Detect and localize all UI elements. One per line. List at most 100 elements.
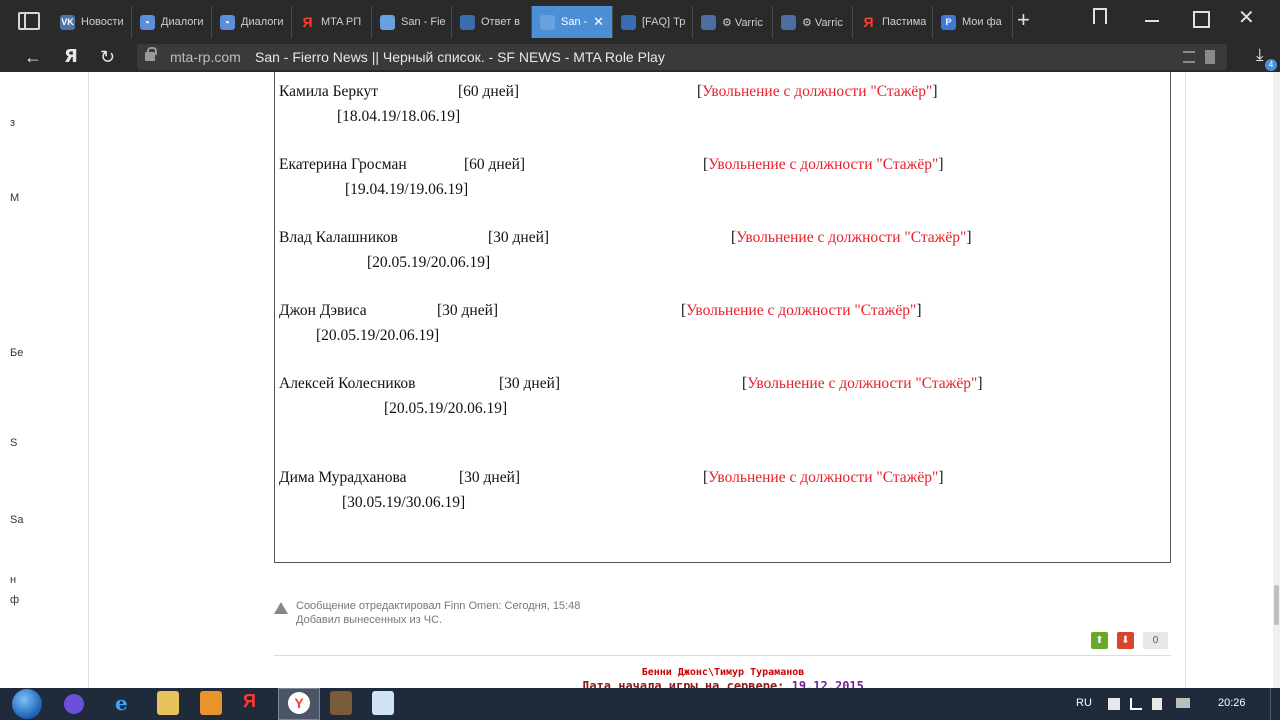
entry-reason: [Увольнение с должности "Стажёр"] [681, 302, 922, 319]
entry-reason-text: Увольнение с должности "Стажёр" [708, 469, 939, 486]
clock[interactable]: 20:26 [1218, 697, 1246, 709]
cutoff-letter: М [10, 192, 20, 204]
media-player-icon[interactable] [200, 691, 222, 715]
browser-tab[interactable]: Я Пастима [853, 6, 933, 38]
tray-app-icon[interactable] [1176, 698, 1190, 708]
browser-tab[interactable]: Я MTA РП [292, 6, 372, 38]
entry-duration: [60 дней] [458, 83, 520, 100]
entry-dates: [20.05.19/20.06.19] [384, 400, 508, 417]
entry-reason: [Увольнение с должности "Стажёр"] [703, 156, 944, 173]
bookmark-icon[interactable] [1093, 8, 1107, 24]
scrollbar-thumb[interactable] [1274, 585, 1279, 625]
vote-down-button[interactable]: ⬇ [1117, 632, 1134, 649]
site-icon [621, 14, 636, 30]
tab-label: MTA РП [321, 16, 362, 28]
browser-tab[interactable]: Ответ в [452, 6, 532, 38]
close-window-button[interactable]: ✕ [1238, 8, 1258, 28]
url-page-title: San - Fierro News || Черный список. - SF… [255, 49, 665, 65]
tab-label: Мои фа [962, 16, 1002, 28]
entry-reason: [Увольнение с должности "Стажёр"] [742, 375, 983, 392]
minimize-button[interactable] [1142, 8, 1162, 28]
show-desktop-button[interactable] [1270, 688, 1280, 720]
language-indicator[interactable]: RU [1076, 697, 1092, 709]
entry-name: Джон Дэвиса [279, 302, 367, 319]
yandex-logo[interactable]: Я [64, 46, 78, 68]
tab-label: Диалоги [241, 16, 284, 28]
new-tab-button[interactable]: + [1017, 9, 1030, 31]
tab-label: Пастима [882, 16, 927, 28]
site-icon [540, 14, 555, 30]
entry-reason: [Увольнение с должности "Стажёр"] [731, 229, 972, 246]
close-tab-icon[interactable]: ✕ [593, 14, 604, 30]
url-domain: mta-rp.com [170, 49, 241, 65]
entry-duration: [60 дней] [464, 156, 526, 173]
back-arrow-icon[interactable]: ← [24, 46, 42, 68]
entry-reason-text: Увольнение с должности "Стажёр" [736, 229, 967, 246]
start-button[interactable] [12, 689, 42, 719]
navigation-bar: ← Я ↻ mta-rp.com San - Fierro News || Че… [0, 42, 1280, 72]
internet-explorer-icon[interactable]: e [115, 691, 137, 715]
cutoff-letter: з [10, 117, 16, 129]
signature-name: Бенни Джонс\Тимур Тураманов [641, 667, 805, 678]
browser-tab[interactable]: ⚙ Varric [773, 6, 853, 38]
tab-label: San - Fie [401, 16, 446, 28]
notes-icon[interactable] [372, 691, 394, 715]
reload-icon[interactable]: ↻ [100, 46, 115, 68]
volume-icon[interactable] [1152, 698, 1162, 710]
yandex-icon[interactable]: Я [243, 691, 265, 715]
left-cutoff-text: з М Бе S Sa н ф [0, 72, 24, 688]
maximize-button[interactable] [1190, 8, 1210, 28]
browser-tab[interactable]: ⚙ Varric [693, 6, 773, 38]
right-margin [1187, 72, 1280, 688]
entry-name: Камила Беркут [279, 83, 378, 100]
site-icon [701, 14, 716, 30]
yandex-browser-icon[interactable]: Y [288, 692, 310, 714]
tab-label: San - [561, 16, 588, 28]
browser-tab[interactable]: P Мои фа [933, 6, 1013, 38]
entry-reason: [Увольнение с должности "Стажёр"] [703, 469, 944, 486]
tab-label: Диалоги [161, 16, 204, 28]
action-center-icon[interactable] [1108, 698, 1120, 710]
browser-tab[interactable]: [FAQ] Тр [613, 6, 693, 38]
cutoff-letter: Sa [10, 514, 24, 526]
reputation-count: 0 [1143, 632, 1168, 649]
signature-date-value: 19.12.2015 [791, 679, 864, 688]
game-icon[interactable] [330, 691, 352, 715]
browser-tab[interactable]: VK Новости [52, 6, 132, 38]
entry-name: Влад Калашников [279, 229, 398, 246]
download-icon[interactable]: ⤓ [1256, 45, 1264, 65]
entry-reason-text: Увольнение с должности "Стажёр" [702, 83, 933, 100]
edit-notice-reason: Добавил вынесенных из ЧС. [296, 614, 443, 626]
reader-mode-icon[interactable] [1183, 51, 1195, 63]
alice-assistant-icon[interactable] [64, 694, 84, 714]
vote-up-button[interactable]: ⬆ [1091, 632, 1108, 649]
tab-label: Новости [81, 16, 124, 28]
yandex-icon: Я [302, 14, 313, 30]
browser-tab[interactable]: San - Fie [372, 6, 452, 38]
entry-dates: [20.05.19/20.06.19] [316, 327, 440, 344]
network-icon[interactable] [1130, 698, 1142, 710]
entry-name: Дима Мурадханова [279, 469, 407, 486]
cutoff-letter: ф [10, 594, 20, 606]
entry-duration: [30 дней] [499, 375, 561, 392]
file-explorer-icon[interactable] [157, 691, 179, 715]
browser-tab[interactable]: ▪ Диалоги [132, 6, 212, 38]
cutoff-letter: S [10, 437, 18, 449]
chat-icon: ▪ [140, 14, 155, 30]
tab-strip: VK Новости ▪ Диалоги ▪ Диалоги Я MTA РП San - Fi… [52, 6, 1013, 40]
browser-tab[interactable]: ▪ Диалоги [212, 6, 292, 38]
bookmark-page-icon[interactable] [1205, 50, 1215, 64]
tab-label: ⚙ Varric [722, 16, 763, 29]
edit-notice-author: Сообщение отредактировал Finn Omen: Сего… [296, 600, 581, 612]
p-icon: P [941, 14, 956, 30]
sidebar-toggle-icon[interactable] [18, 12, 40, 30]
address-bar[interactable]: mta-rp.com San - Fierro News || Черный с… [137, 44, 1227, 70]
post-separator [274, 655, 1171, 656]
entry-reason-text: Увольнение с должности "Стажёр" [708, 156, 939, 173]
lock-icon[interactable] [145, 47, 157, 61]
browser-tab[interactable]: San - ✕ [532, 6, 613, 38]
entry-duration: [30 дней] [488, 229, 550, 246]
cutoff-letter: н [10, 574, 17, 586]
tab-label: Ответ в [481, 16, 521, 28]
entry-name: Алексей Колесников [279, 375, 416, 392]
